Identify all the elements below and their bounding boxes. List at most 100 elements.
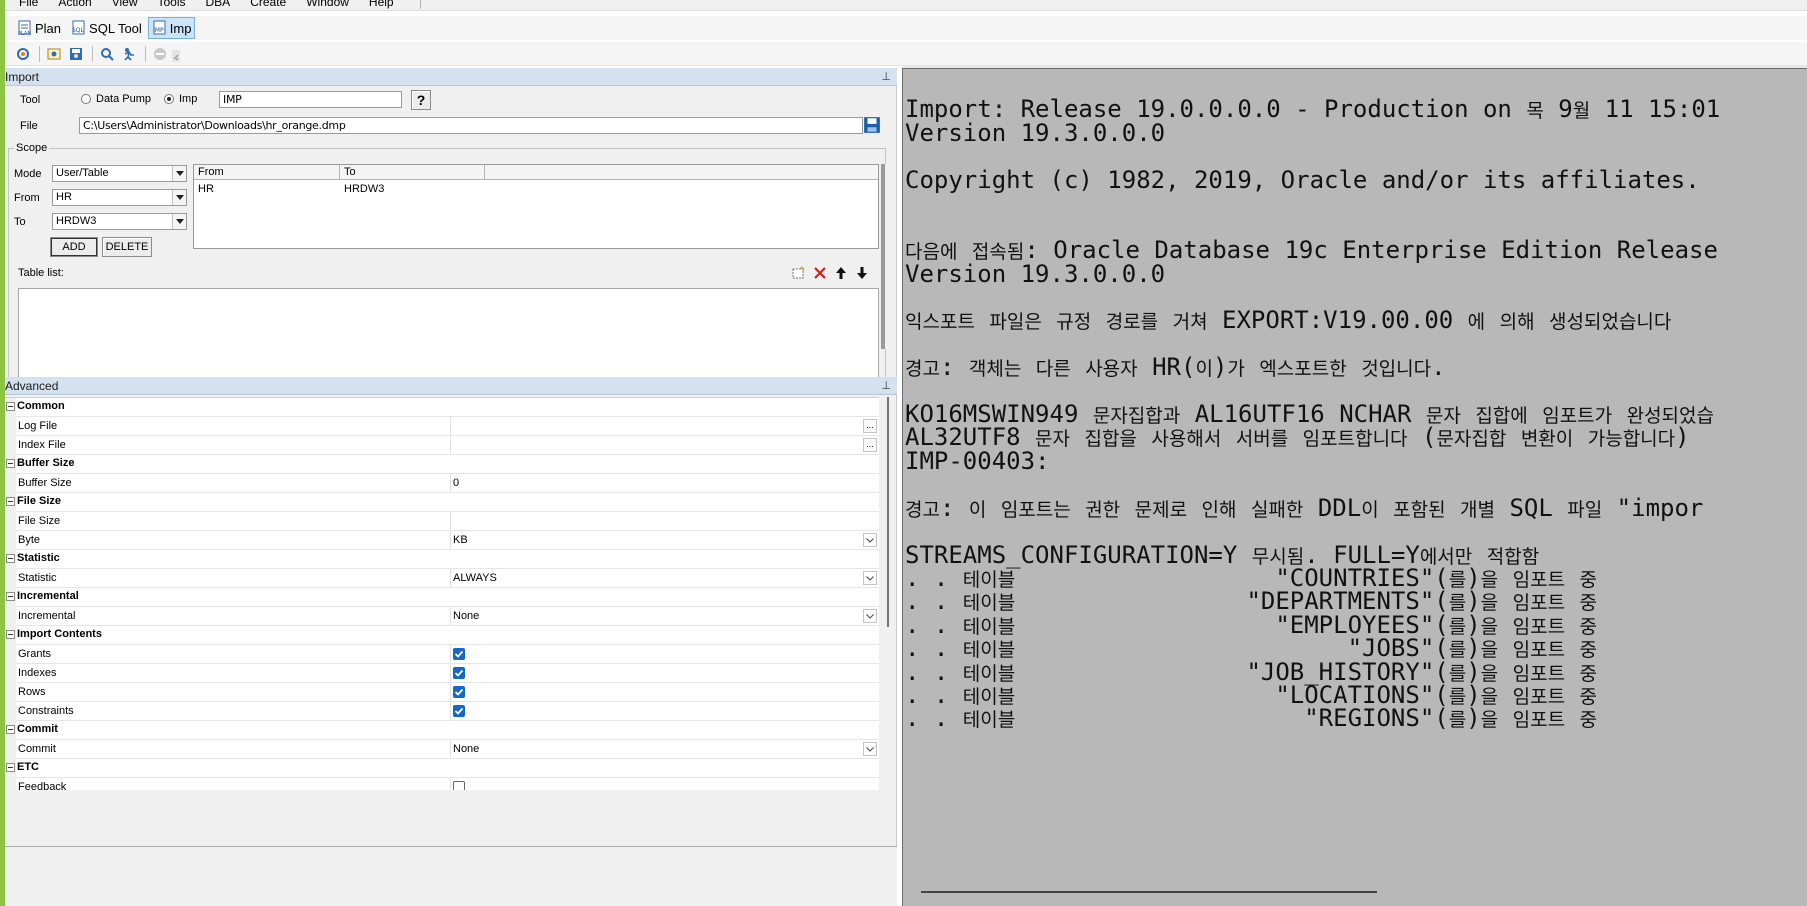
chevron-down-icon[interactable] [863, 533, 877, 547]
menu-help[interactable]: Help [369, 0, 394, 9]
column-divider [450, 778, 451, 790]
move-down-icon[interactable] [854, 265, 870, 281]
property-row[interactable]: File Size [5, 512, 879, 531]
collapse-icon[interactable] [6, 459, 15, 468]
output-console[interactable]: Import: Release 19.0.0.0.0 - Production … [902, 68, 1807, 906]
to-user-select[interactable]: HRDW3 [52, 213, 187, 230]
menu-dba[interactable]: DBA [206, 0, 231, 9]
property-value[interactable]: None [453, 743, 479, 755]
tool-input[interactable]: IMP [219, 91, 402, 108]
plan-button[interactable]: PLAN Plan [13, 17, 65, 39]
category-label: File Size [17, 495, 62, 507]
property-row[interactable]: Commit None [5, 740, 879, 759]
scope-scrollbar-thumb[interactable] [881, 164, 885, 349]
menu-create[interactable]: Create [250, 0, 286, 9]
chevron-down-icon[interactable] [863, 571, 877, 585]
imp-button[interactable]: IMP Imp [147, 17, 196, 39]
browse-ellipsis-icon[interactable]: ... [863, 419, 877, 433]
property-row[interactable]: Log File... [5, 417, 879, 436]
property-value[interactable]: 0 [453, 477, 459, 489]
chevron-down-icon[interactable] [172, 190, 186, 205]
property-checkbox[interactable] [453, 781, 465, 790]
chevron-down-icon[interactable] [863, 609, 877, 623]
property-category[interactable]: Incremental [5, 588, 879, 607]
grid-cell-to[interactable]: HRDW3 [344, 183, 384, 195]
menu-action[interactable]: Action [58, 0, 91, 9]
collapse-icon[interactable] [6, 402, 15, 411]
property-row[interactable]: Incremental None [5, 607, 879, 626]
to-user-value: HRDW3 [56, 215, 97, 227]
remove-table-icon[interactable] [812, 265, 828, 281]
property-row[interactable]: Index File... [5, 436, 879, 455]
collapse-icon[interactable] [6, 497, 15, 506]
collapse-icon[interactable] [6, 763, 15, 772]
save-settings-icon[interactable] [66, 44, 86, 64]
property-gutter [5, 778, 16, 790]
stop-icon[interactable] [150, 44, 170, 64]
property-category[interactable]: Commit [5, 721, 879, 740]
property-category[interactable]: Buffer Size [5, 455, 879, 474]
advanced-scrollbar[interactable] [881, 397, 891, 790]
property-row[interactable]: Indexes [5, 664, 879, 683]
property-checkbox[interactable] [453, 686, 465, 698]
add-table-icon[interactable] [791, 265, 807, 281]
open-settings-icon[interactable] [44, 44, 64, 64]
pin-icon[interactable]: ⊥ [881, 377, 891, 395]
property-value[interactable]: None [453, 610, 479, 622]
file-browse-icon[interactable] [862, 115, 882, 135]
collapse-icon[interactable] [6, 630, 15, 639]
property-row[interactable]: Grants [5, 645, 879, 664]
import-settings-pane: Import ⊥ Tool Data Pump Imp IMP ? File C… [5, 68, 897, 906]
collapse-icon[interactable] [6, 554, 15, 563]
property-value[interactable]: ALWAYS [453, 572, 497, 584]
menu-tools[interactable]: Tools [158, 0, 186, 9]
advanced-scrollbar-thumb[interactable] [887, 397, 889, 627]
scope-scrollbar[interactable] [880, 164, 886, 349]
from-user-select[interactable]: HR [52, 189, 187, 206]
pin-icon[interactable]: ⊥ [881, 68, 891, 86]
menu-window[interactable]: Window [306, 0, 349, 9]
property-row[interactable]: Statistic ALWAYS [5, 569, 879, 588]
property-category[interactable]: Statistic [5, 550, 879, 569]
collapse-icon[interactable] [6, 725, 15, 734]
property-checkbox[interactable] [453, 705, 465, 717]
from-label: From [14, 192, 40, 204]
grid-header-from[interactable]: From [194, 165, 340, 180]
run-icon[interactable] [119, 44, 139, 64]
imp-radio[interactable] [164, 94, 174, 104]
browse-ellipsis-icon[interactable]: ... [863, 438, 877, 452]
property-row[interactable]: Feedback [5, 778, 879, 790]
mode-select[interactable]: User/Table [52, 165, 187, 182]
property-category[interactable]: ETC [5, 759, 879, 778]
grid-cell-from[interactable]: HR [198, 183, 214, 195]
property-category[interactable]: Common [5, 398, 879, 417]
chevron-down-icon[interactable] [172, 214, 186, 229]
collapse-icon[interactable] [6, 592, 15, 601]
property-category[interactable]: File Size [5, 493, 879, 512]
chevron-down-icon[interactable] [172, 166, 186, 181]
user-mapping-grid[interactable]: From To HR HRDW3 [193, 164, 879, 249]
search-icon[interactable] [97, 44, 117, 64]
table-list-box[interactable] [18, 288, 879, 383]
property-row[interactable]: Byte KB [5, 531, 879, 550]
property-category[interactable]: Import Contents [5, 626, 879, 645]
property-checkbox[interactable] [453, 648, 465, 660]
console-horizontal-scrollbar[interactable] [921, 891, 1377, 893]
property-value[interactable]: KB [453, 534, 468, 546]
menu-view[interactable]: View [112, 0, 138, 9]
help-button[interactable]: ? [411, 90, 431, 110]
property-row[interactable]: Constraints [5, 702, 879, 721]
move-up-icon[interactable] [833, 265, 849, 281]
property-row[interactable]: Rows [5, 683, 879, 702]
delete-button[interactable]: DELETE [102, 237, 152, 257]
menu-file[interactable]: File [19, 0, 38, 9]
chevron-down-icon[interactable] [863, 742, 877, 756]
sql-tool-button[interactable]: SQL SQL Tool [67, 17, 146, 39]
grid-header-to[interactable]: To [340, 165, 485, 180]
file-path-input[interactable]: C:\Users\Administrator\Downloads\hr_oran… [79, 117, 863, 134]
property-row[interactable]: Buffer Size 0 [5, 474, 879, 493]
execute-icon[interactable] [13, 44, 33, 64]
datapump-radio[interactable] [81, 94, 91, 104]
property-checkbox[interactable] [453, 667, 465, 679]
add-button[interactable]: ADD [50, 237, 98, 257]
